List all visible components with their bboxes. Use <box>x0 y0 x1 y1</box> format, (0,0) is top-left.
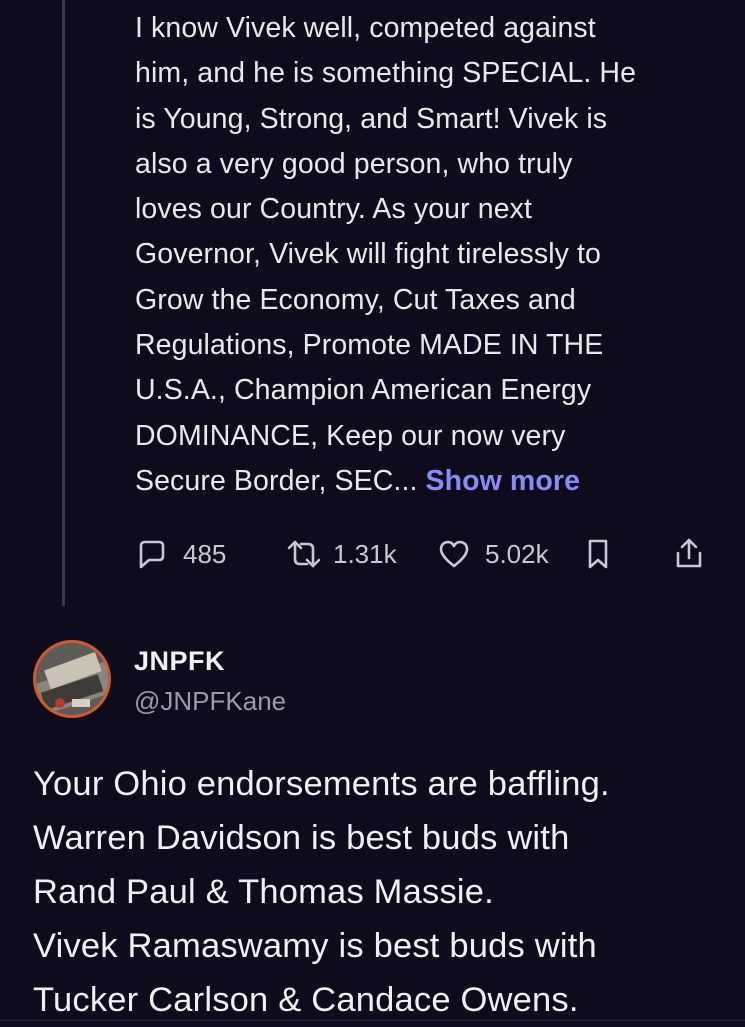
post-text-line: him, and he is something SPECIAL. He <box>135 57 637 90</box>
reply-text-line: Your Ohio endorsements are baffling. <box>33 765 610 803</box>
post-text-line: is Young, Strong, and Smart! Vivek is <box>135 102 608 135</box>
post-text-line: Regulations, Promote MADE IN THE <box>135 329 604 362</box>
post-text-truncated: Secure Border, SEC... <box>135 464 418 497</box>
comment-bubble-icon <box>135 537 169 571</box>
reply-text-line: Vivek Ramaswamy is best buds with <box>33 927 597 965</box>
post-text-line: U.S.A., Champion American Energy <box>135 374 592 407</box>
repost-button[interactable]: 1.31k <box>285 530 397 578</box>
like-count: 5.02k <box>485 538 549 569</box>
share-icon <box>672 536 706 572</box>
repost-arrows-icon <box>285 537 323 571</box>
reply-display-name[interactable]: JNPFK <box>134 646 225 677</box>
post-text-last-line: Secure Border, SEC... Show more <box>135 459 725 504</box>
share-button[interactable] <box>672 530 706 578</box>
divider <box>0 1020 745 1021</box>
reply-text-line: Warren Davidson is best buds with <box>33 819 570 857</box>
thread-connector-line <box>62 0 65 606</box>
reply-text-line: Tucker Carlson & Candace Owens. <box>33 981 579 1019</box>
reply-author-header: JNPFK @JNPFKane <box>33 638 733 720</box>
post-text-line: DOMINANCE, Keep our now very <box>135 419 566 452</box>
reply-body[interactable]: Your Ohio endorsements are baffling. War… <box>33 757 733 1027</box>
reply-handle[interactable]: @JNPFKane <box>134 686 286 717</box>
heart-icon <box>437 537 471 571</box>
reply-button[interactable]: 485 <box>135 530 226 578</box>
post-text-line: loves our Country. As your next <box>135 193 533 226</box>
post-text-line: Governor, Vivek will fight tirelessly to <box>135 238 601 271</box>
repost-count: 1.31k <box>333 538 397 569</box>
avatar[interactable] <box>33 640 111 718</box>
post-text-line: also a very good person, who truly <box>135 147 573 180</box>
bookmark-icon <box>583 537 613 571</box>
show-more-link[interactable]: Show more <box>426 465 581 497</box>
post-action-bar: 485 1.31k 5.02k <box>135 530 725 578</box>
reply-text-line: Rand Paul & Thomas Massie. <box>33 873 494 911</box>
like-button[interactable]: 5.02k <box>437 530 549 578</box>
reply-count: 485 <box>183 538 227 569</box>
thread-view: I know Vivek well, competed against him,… <box>0 0 745 1024</box>
post-text-line: I know Vivek well, competed against <box>135 12 596 44</box>
post-body[interactable]: I know Vivek well, competed against him,… <box>135 6 725 504</box>
post-text-line: Grow the Economy, Cut Taxes and <box>135 283 576 316</box>
bookmark-button[interactable] <box>583 530 613 578</box>
